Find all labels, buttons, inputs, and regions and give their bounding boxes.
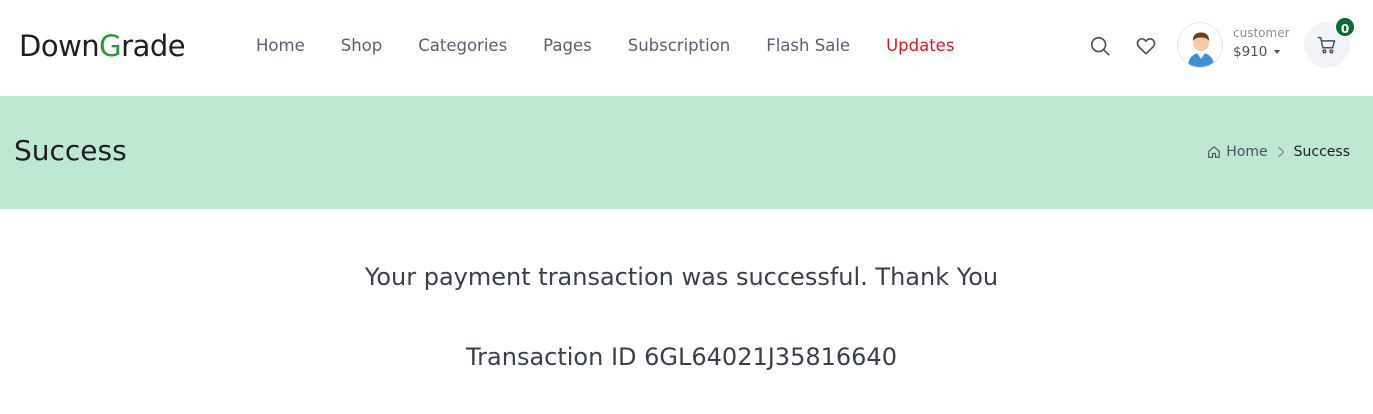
- breadcrumb: Home Success: [1207, 143, 1350, 161]
- search-button[interactable]: [1087, 33, 1113, 59]
- wishlist-button[interactable]: [1133, 33, 1159, 59]
- chevron-right-icon: [1277, 146, 1285, 158]
- user-avatar-icon: [1188, 32, 1214, 67]
- cart-icon: [1317, 36, 1336, 54]
- breadcrumb-home-link[interactable]: Home: [1207, 144, 1268, 160]
- page-banner: Success Home Success: [0, 96, 1373, 209]
- site-logo[interactable]: DownGrade: [19, 28, 186, 64]
- account-label: customer: [1233, 26, 1290, 40]
- nav-subscription[interactable]: Subscription: [628, 34, 731, 58]
- success-message: Your payment transaction was successful.…: [364, 263, 999, 291]
- main-nav: Home Shop Categories Pages Subscription …: [256, 34, 990, 58]
- nav-updates[interactable]: Updates: [886, 34, 954, 58]
- breadcrumb-current: Success: [1293, 144, 1350, 160]
- home-icon: [1208, 146, 1221, 158]
- logo-part-1: Down: [19, 29, 100, 63]
- nav-categories[interactable]: Categories: [418, 34, 507, 58]
- cart-count-badge: 0: [1334, 16, 1356, 38]
- site-header: DownGrade Home Shop Categories Pages Sub…: [0, 0, 1373, 96]
- nav-pages[interactable]: Pages: [543, 34, 592, 58]
- breadcrumb-home-label: Home: [1226, 144, 1268, 160]
- transaction-id: Transaction ID 6GL64021J35816640: [466, 343, 897, 371]
- page-title: Success: [14, 134, 127, 167]
- account-balance: $910: [1233, 44, 1268, 60]
- logo-part-2: G: [99, 29, 122, 63]
- account-balance-dropdown[interactable]: $910: [1233, 43, 1281, 61]
- nav-shop[interactable]: Shop: [341, 34, 383, 58]
- search-icon: [1090, 36, 1110, 56]
- nav-home[interactable]: Home: [256, 34, 305, 58]
- heart-icon: [1136, 37, 1156, 55]
- user-avatar[interactable]: [1177, 22, 1223, 68]
- caret-down-icon: [1274, 50, 1281, 54]
- nav-flash-sale[interactable]: Flash Sale: [766, 34, 850, 58]
- logo-part-3: rade: [121, 29, 186, 63]
